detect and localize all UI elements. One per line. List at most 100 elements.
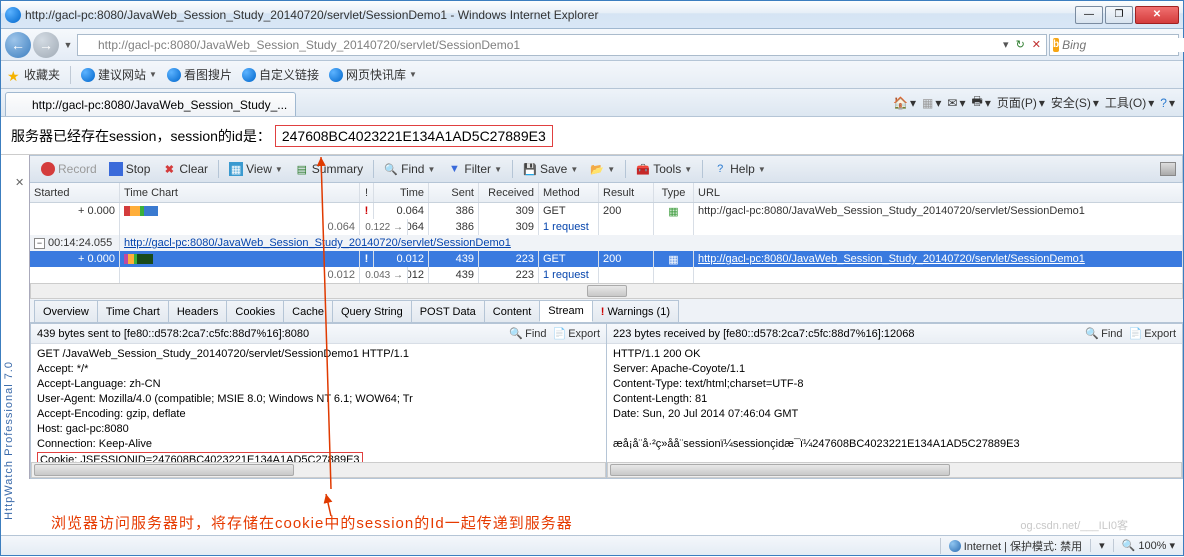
fav-images[interactable]: 看图搜片	[167, 66, 232, 83]
fav-suggest[interactable]: 建议网站▼	[81, 66, 157, 83]
col-started[interactable]: Started	[30, 183, 120, 202]
filter-button[interactable]: ▼Filter▼	[442, 160, 507, 178]
watermark: og.csdn.net/___ILI0客	[1020, 517, 1128, 533]
col-method[interactable]: Method	[539, 183, 599, 202]
request-body[interactable]: GET /JavaWeb_Session_Study_20140720/serv…	[31, 344, 606, 462]
cmd-help[interactable]: ?▾	[1160, 96, 1175, 110]
cmd-feeds[interactable]: ▦▾	[922, 96, 941, 110]
summary-button[interactable]: ▤Summary	[290, 160, 368, 178]
tab-stream[interactable]: Stream	[539, 300, 592, 322]
find-button[interactable]: 🔍Find▼	[379, 160, 440, 178]
col-url[interactable]: URL	[694, 183, 1183, 202]
tab-overview[interactable]: Overview	[34, 300, 98, 322]
clear-button[interactable]: ✖Clear	[157, 160, 213, 178]
grid-row[interactable]: + 0.000 ! 0.064 386 309 GET 200 ▦ http:/…	[30, 203, 1183, 219]
cmd-page[interactable]: 页面(P) ▾	[997, 94, 1045, 111]
ie-icon	[167, 68, 181, 82]
url-dropdown-icon[interactable]: ▾	[1001, 38, 1011, 51]
mail-icon: ✉	[947, 96, 957, 110]
grid-row[interactable]: 0.012 0.043 → 0.012 439 223 1 request	[30, 267, 1183, 283]
tab-time-chart[interactable]: Time Chart	[97, 300, 169, 322]
grid-header: Started Time Chart ! Time Sent Received …	[30, 183, 1183, 203]
col-result[interactable]: Result	[599, 183, 654, 202]
grid-scrollbar[interactable]	[30, 283, 1183, 299]
cmd-tools[interactable]: 工具(O) ▾	[1105, 94, 1154, 111]
status-zoom-down[interactable]: ▾	[1090, 539, 1105, 552]
col-type[interactable]: Type	[654, 183, 694, 202]
stop-icon[interactable]: ✕	[1030, 38, 1043, 51]
home-icon: 🏠	[893, 96, 908, 110]
close-button[interactable]: ✕	[1135, 6, 1179, 24]
cmd-safety[interactable]: 安全(S) ▾	[1051, 94, 1099, 111]
save-button[interactable]: 💾Save▼	[518, 160, 583, 178]
ie-icon	[329, 68, 343, 82]
stop-button[interactable]: Stop	[104, 160, 156, 178]
maximize-button[interactable]: ❐	[1105, 6, 1133, 24]
grid-row[interactable]: 0.064 0.122 → 0.064 386 309 1 request	[30, 219, 1183, 235]
tab-headers[interactable]: Headers	[168, 300, 228, 322]
status-zone[interactable]: Internet | 保护模式: 禁用	[940, 538, 1082, 554]
fav-news[interactable]: 网页快讯库▼	[329, 66, 417, 83]
tab-label: http://gacl-pc:8080/JavaWeb_Session_Stud…	[32, 98, 287, 112]
find-button[interactable]: 🔍Find	[509, 327, 546, 340]
fav-custom[interactable]: 自定义链接	[242, 66, 319, 83]
toolbar-collapse-icon[interactable]	[1160, 162, 1176, 176]
printer-icon: 🖶	[972, 92, 983, 113]
col-received[interactable]: Received	[479, 183, 539, 202]
browser-tab[interactable]: http://gacl-pc:8080/JavaWeb_Session_Stud…	[5, 92, 296, 116]
status-zoom[interactable]: 🔍 100% ▾	[1113, 539, 1175, 552]
collapse-icon[interactable]: −	[34, 238, 45, 249]
find-icon: 🔍	[509, 327, 523, 340]
url-input[interactable]	[98, 38, 998, 52]
session-prefix: 服务器已经存在session，session的id是：	[11, 126, 271, 146]
httpwatch-label: HttpWatch Professional 7.0	[3, 361, 15, 520]
tools-button[interactable]: 🧰Tools▼	[631, 160, 697, 178]
bing-icon: b	[1053, 38, 1059, 52]
view-button[interactable]: ▦View▼	[224, 160, 288, 178]
grid-row-selected[interactable]: + 0.000 ! 0.012 439 223 GET 200 ▦ http:/…	[30, 251, 1183, 267]
cmd-home[interactable]: 🏠▾	[893, 96, 916, 110]
export-icon: 📄	[553, 327, 567, 340]
clear-icon: ✖	[162, 162, 176, 176]
refresh-icon[interactable]: ↻	[1014, 38, 1027, 51]
col-sent[interactable]: Sent	[429, 183, 479, 202]
open-button[interactable]: 📂▼	[585, 160, 620, 178]
record-button[interactable]: Record	[36, 160, 102, 178]
request-title: 439 bytes sent to [fe80::d578:2ca7:c5fc:…	[37, 328, 309, 340]
address-bar[interactable]: ▾ ↻ ✕	[77, 34, 1047, 56]
favorites-bar: ★收藏夹 建议网站▼ 看图搜片 自定义链接 网页快讯库▼	[1, 61, 1183, 89]
search-box[interactable]: b 🔍	[1049, 34, 1179, 56]
col-timechart[interactable]: Time Chart	[120, 183, 360, 202]
tab-cookies[interactable]: Cookies	[226, 300, 284, 322]
panel-close-icon[interactable]: ✕	[15, 176, 24, 189]
nav-history-dropdown[interactable]: ▼	[61, 40, 75, 50]
tab-warnings[interactable]: !Warnings (1)	[592, 300, 679, 322]
panel-scrollbar[interactable]	[607, 462, 1182, 478]
cmd-print[interactable]: 🖶▾	[972, 92, 991, 113]
open-icon: 📂	[590, 162, 604, 176]
response-body[interactable]: HTTP/1.1 200 OK Server: Apache-Coyote/1.…	[607, 344, 1182, 462]
annotation-text: 浏览器访问服务器时，将存储在cookie中的session的Id一起传递到服务器	[51, 512, 573, 533]
export-button[interactable]: 📄Export	[1129, 327, 1177, 340]
cmd-mail[interactable]: ✉▾	[947, 96, 965, 110]
tab-query-string[interactable]: Query String	[332, 300, 412, 322]
view-icon: ▦	[229, 162, 243, 176]
grid-group-row[interactable]: −00:14:24.055 http://gacl-pc:8080/JavaWe…	[30, 235, 1183, 251]
forward-button[interactable]: →	[33, 32, 59, 58]
col-bang[interactable]: !	[360, 183, 374, 202]
request-panel: 439 bytes sent to [fe80::d578:2ca7:c5fc:…	[30, 323, 606, 479]
export-button[interactable]: 📄Export	[553, 327, 601, 340]
tab-content[interactable]: Content	[484, 300, 541, 322]
help-button[interactable]: ?Help▼	[708, 160, 771, 178]
window-title: http://gacl-pc:8080/JavaWeb_Session_Stud…	[25, 8, 1075, 22]
tab-post-data[interactable]: POST Data	[411, 300, 485, 322]
find-button[interactable]: 🔍Find	[1085, 327, 1122, 340]
minimize-button[interactable]: —	[1075, 6, 1103, 24]
search-input[interactable]	[1062, 38, 1184, 52]
panel-scrollbar[interactable]	[31, 462, 606, 478]
col-time[interactable]: Time	[374, 183, 429, 202]
back-button[interactable]: ←	[5, 32, 31, 58]
page-icon	[81, 38, 95, 52]
tab-cache[interactable]: Cache	[283, 300, 333, 322]
favorites-button[interactable]: ★收藏夹	[7, 66, 60, 83]
